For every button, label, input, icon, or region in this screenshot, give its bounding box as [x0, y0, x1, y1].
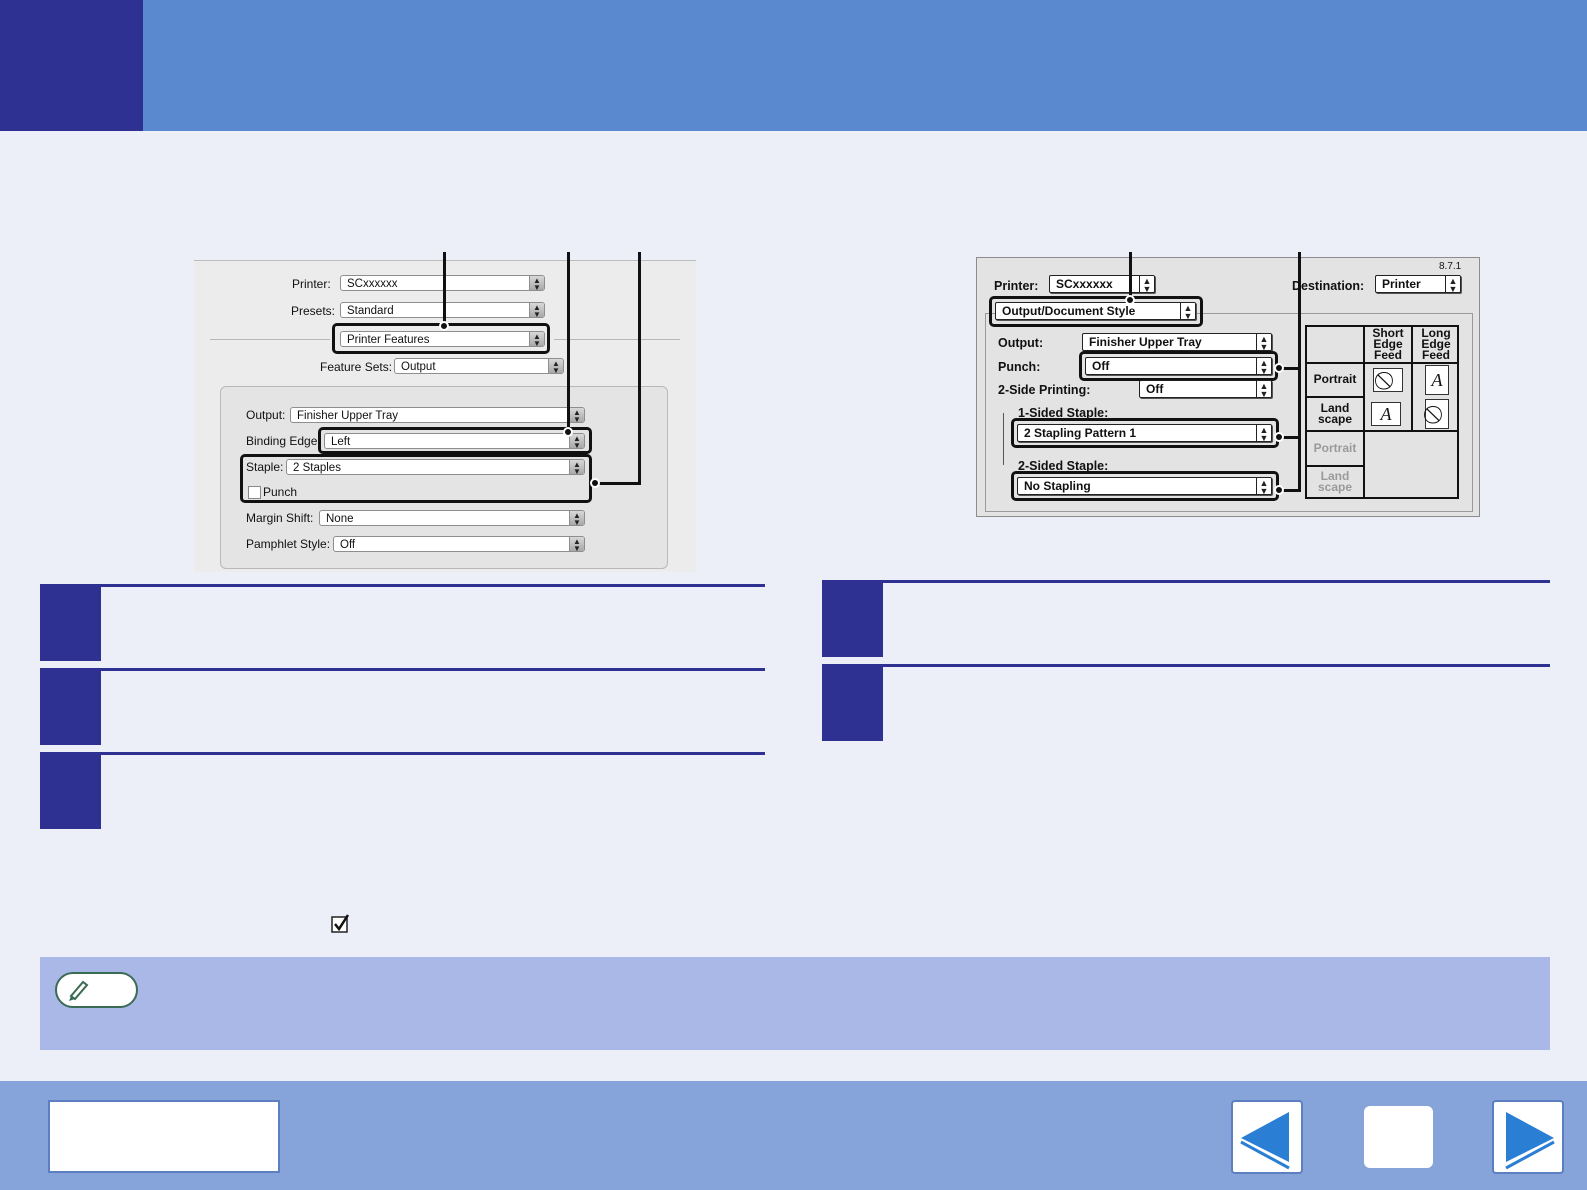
header-bar [0, 0, 1587, 131]
punch-label: Punch: [998, 360, 1041, 374]
callout-dot [590, 478, 600, 488]
highlight-one-sided-staple [1011, 418, 1279, 448]
separator [554, 339, 680, 340]
callout-dot [1274, 432, 1284, 442]
callout-line [443, 252, 446, 326]
index-button[interactable] [1364, 1106, 1433, 1168]
next-page-button[interactable] [1492, 1100, 1564, 1174]
grid-line [1307, 396, 1363, 398]
not-allowed-icon: ⃠ [1425, 399, 1449, 429]
macos9-print-dialog: 8.7.1 Printer: SCxxxxxx ▲ ▼ Destination: P… [976, 257, 1480, 517]
version-label: 8.7.1 [1439, 261, 1462, 272]
step-number-block [40, 755, 101, 829]
staple-orientation-grid: Short Edge Feed Long Edge Feed Portrait … [1305, 325, 1459, 499]
popup-arrows-icon: ▲ ▼ [569, 537, 584, 551]
output-select[interactable]: Finisher Upper Tray ▲ ▼ [1082, 333, 1272, 351]
popup-arrows-icon: ▲ ▼ [529, 276, 544, 290]
destination-label: Destination: [1292, 279, 1365, 293]
pamphlet-style-select[interactable]: Off ▲ ▼ [333, 536, 585, 552]
previous-page-button[interactable] [1231, 1100, 1303, 1174]
printer-label: Printer: [994, 279, 1039, 293]
grid-line [1307, 430, 1457, 432]
popup-arrows-icon: ▲ ▼ [1256, 334, 1271, 350]
checkbox-checked-icon [331, 914, 350, 933]
left-arrow-icon [1240, 1112, 1290, 1170]
two-side-printing-select[interactable]: Off ▲ ▼ [1139, 380, 1272, 398]
callout-line [1298, 252, 1301, 491]
landscape-row-label: Land scape [1317, 401, 1353, 426]
step-number-block [822, 667, 883, 741]
feature-sets-select[interactable]: Output ▲ ▼ [394, 358, 564, 374]
highlight-punch [1079, 351, 1278, 381]
step-divider [40, 752, 765, 755]
callout-dot [439, 321, 449, 331]
portrait-row-label: Portrait [1313, 372, 1357, 386]
popup-arrows-icon: ▲ ▼ [1256, 381, 1271, 397]
callout-dot [1274, 363, 1284, 373]
callout-dot [1274, 485, 1284, 495]
step-divider [822, 580, 1550, 583]
feature-sets-label: Feature Sets: [320, 360, 393, 374]
grid-line [1307, 465, 1363, 467]
callout-line [1129, 252, 1132, 300]
step-divider [40, 668, 765, 671]
separator [210, 339, 330, 340]
step-number-block [40, 587, 101, 661]
note-box [40, 957, 1550, 1050]
pencil-icon [69, 980, 89, 1001]
output-label: Output: [246, 408, 286, 422]
right-arrow-icon [1505, 1112, 1555, 1170]
highlight-binding-edge [318, 427, 592, 454]
step-number-block [40, 671, 101, 745]
margin-shift-select[interactable]: None ▲ ▼ [319, 510, 585, 526]
step-divider [822, 664, 1550, 667]
callout-line [594, 482, 641, 485]
step-number-block [822, 583, 883, 657]
callout-dot [563, 427, 573, 437]
group-bracket [1003, 413, 1004, 465]
highlight-panel-select [989, 296, 1203, 327]
long-edge-feed-header: Long Edge Feed [1421, 326, 1451, 362]
callout-line [567, 252, 570, 432]
printer-label: Printer: [292, 277, 331, 291]
portrait-disabled-label: Portrait [1313, 441, 1357, 455]
landscape-letter-icon: A [1371, 402, 1401, 426]
highlight-staple-punch [240, 454, 592, 503]
short-edge-feed-header: Short Edge Feed [1372, 326, 1404, 362]
pencil-icon [55, 972, 138, 1008]
portrait-letter-icon: A [1425, 365, 1449, 395]
output-label: Output: [998, 336, 1044, 350]
output-select[interactable]: Finisher Upper Tray ▲ ▼ [290, 407, 585, 423]
pamphlet-style-label: Pamphlet Style: [246, 537, 331, 551]
contents-button[interactable] [48, 1100, 280, 1173]
callout-line [638, 252, 641, 484]
popup-arrows-icon: ▲ ▼ [569, 511, 584, 525]
landscape-disabled-label: Land scape [1317, 469, 1353, 494]
popup-arrows-icon: ▲ ▼ [1139, 276, 1154, 292]
binding-edge-label: Binding Edge [246, 434, 318, 448]
presets-label: Presets: [291, 304, 336, 318]
popup-arrows-icon: ▲ ▼ [1445, 276, 1460, 292]
printer-select[interactable]: SCxxxxxx ▲ ▼ [1049, 275, 1155, 293]
not-allowed-icon: ⃠ [1373, 368, 1403, 392]
destination-select[interactable]: Printer ▲ ▼ [1375, 275, 1461, 293]
margin-shift-label: Margin Shift: [246, 511, 314, 525]
chapter-marker [0, 0, 143, 131]
step-divider [40, 584, 765, 587]
highlight-two-sided-staple [1011, 471, 1279, 501]
popup-arrows-icon: ▲ ▼ [569, 408, 584, 422]
callout-dot [1125, 295, 1135, 305]
grid-line [1307, 362, 1457, 364]
popup-arrows-icon: ▲ ▼ [529, 303, 544, 317]
two-side-printing-label: 2-Side Printing: [998, 383, 1091, 397]
popup-arrows-icon: ▲ ▼ [548, 359, 563, 373]
